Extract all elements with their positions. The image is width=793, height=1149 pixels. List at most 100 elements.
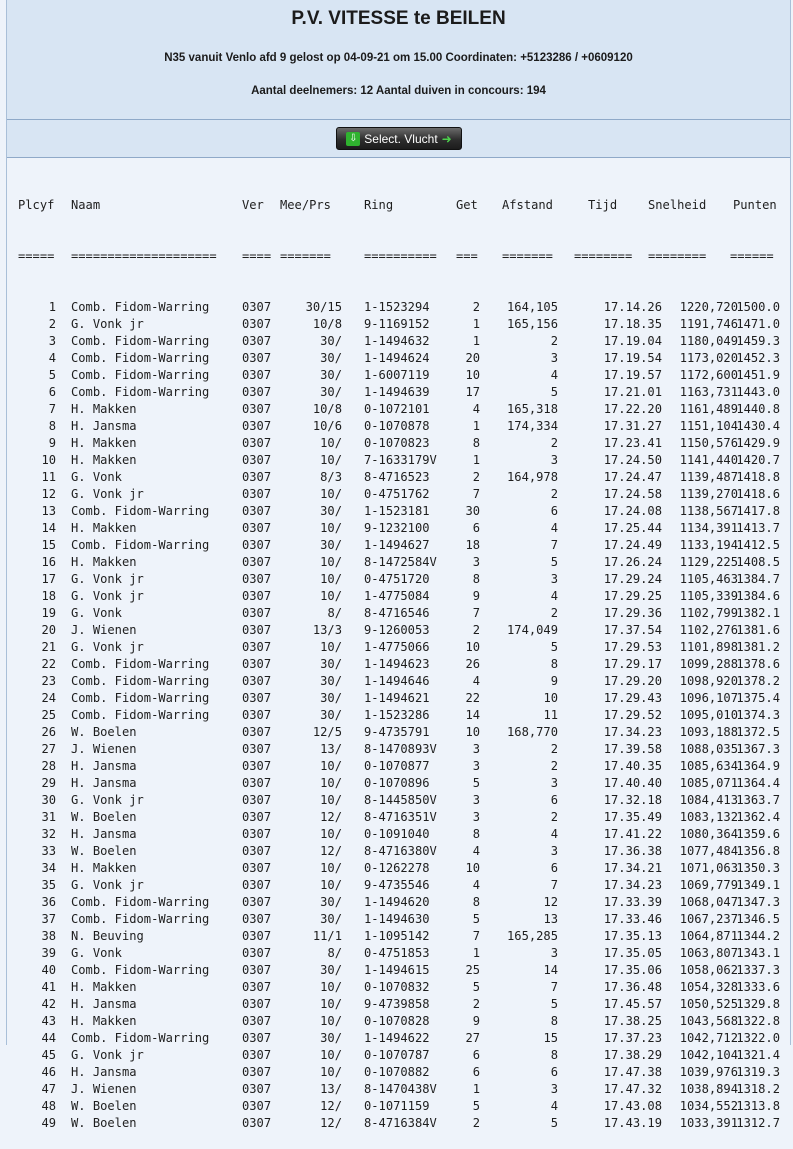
cell-naam: H. Makken	[71, 521, 137, 535]
cell-plcyf: 28	[41, 759, 56, 773]
cell-mee-prs: 30/	[320, 691, 342, 705]
cell-get: 22	[465, 691, 480, 705]
cell-get: 2	[472, 997, 480, 1011]
cell-mee-prs: 30/	[320, 674, 342, 688]
cell-get: 6	[472, 521, 480, 535]
cell-snelheid: 1141,440	[679, 453, 738, 467]
page-title: P.V. VITESSE te BEILEN	[291, 8, 506, 29]
cell-mee-prs: 12/	[320, 844, 342, 858]
table-row: 39 G. Vonk 0307 8/0-4751853 1 3 17.35.05 1063,8…	[18, 945, 780, 962]
cell-plcyf: 38	[41, 929, 56, 943]
cell-naam: H. Makken	[71, 555, 137, 569]
cell-naam: H. Makken	[71, 436, 137, 450]
cell-ring: 1-1494632	[364, 334, 430, 348]
cell-naam: G. Vonk jr	[71, 878, 144, 892]
cell-plcyf: 10	[41, 453, 56, 467]
cell-ver: 0307	[242, 572, 272, 586]
cell-punten: 1343.1	[736, 946, 780, 960]
cell-mee-prs: 10/	[320, 1048, 342, 1062]
cell-ring: 8-4716351V	[364, 810, 437, 824]
cell-snelheid: 1101,898	[679, 640, 738, 654]
cell-plcyf: 42	[41, 997, 56, 1011]
cell-snelheid: 1054,328	[679, 980, 738, 994]
cell-punten: 1378.6	[736, 657, 780, 671]
cell-mee-prs: 8/	[327, 946, 342, 960]
cell-naam: G. Vonk	[71, 606, 122, 620]
cell-snelheid: 1067,237	[679, 912, 738, 926]
col-header-snelheid: Snelheid	[648, 198, 707, 212]
cell-mee-prs: 10/	[320, 640, 342, 654]
cell-afstand: 2	[550, 606, 558, 620]
table-row: 40 Comb. Fidom-Warring 0307 30/1-1494615 25 1…	[18, 962, 780, 979]
cell-snelheid: 1038,894	[679, 1082, 738, 1096]
cell-snelheid: 1133,194	[679, 538, 738, 552]
table-row: 4 Comb. Fidom-Warring 0307 30/1-1494624 20 3 1…	[18, 350, 780, 367]
cell-plcyf: 31	[41, 810, 56, 824]
cell-mee-prs: 10/	[320, 1065, 342, 1079]
cell-ver: 0307	[242, 878, 272, 892]
cell-ver: 0307	[242, 1048, 272, 1062]
col-header-mee-prs: Mee/Prs	[280, 198, 331, 212]
cell-afstand: 2	[550, 759, 558, 773]
cell-afstand: 7	[550, 980, 558, 994]
cell-naam: H. Jansma	[71, 1065, 137, 1079]
cell-punten: 1346.5	[736, 912, 780, 926]
cell-get: 4	[472, 674, 480, 688]
cell-mee-prs: 11/1	[312, 929, 342, 943]
cell-ver: 0307	[242, 606, 272, 620]
select-flight-button[interactable]: ⇩ Select. Vlucht ➜	[336, 127, 462, 150]
cell-ring: 8-1470438V	[364, 1082, 437, 1096]
cell-ring: 0-1070832	[364, 980, 430, 994]
cell-ver: 0307	[242, 453, 272, 467]
cell-get: 1	[472, 317, 480, 331]
cell-get: 2	[472, 470, 480, 484]
cell-plcyf: 16	[41, 555, 56, 569]
table-row: 15 Comb. Fidom-Warring 0307 30/1-1494627 18 7…	[18, 537, 780, 554]
table-row: 28 H. Jansma 0307 10/0-1070877 3 2 17.40.35 108…	[18, 758, 780, 775]
cell-snelheid: 1034,552	[679, 1099, 738, 1113]
cell-ver: 0307	[242, 946, 272, 960]
cell-ring: 1-1494615	[364, 963, 430, 977]
cell-get: 1	[472, 419, 480, 433]
cell-snelheid: 1105,463	[679, 572, 738, 586]
cell-naam: H. Makken	[71, 980, 137, 994]
cell-plcyf: 40	[41, 963, 56, 977]
cell-get: 25	[465, 963, 480, 977]
cell-ring: 0-1070896	[364, 776, 430, 790]
cell-snelheid: 1139,270	[679, 487, 738, 501]
cell-afstand: 165,318	[507, 402, 558, 416]
cell-plcyf: 39	[41, 946, 56, 960]
cell-naam: Comb. Fidom-Warring	[71, 691, 210, 705]
table-row: 10 H. Makken 0307 10/7-1633179V 1 3 17.24.50 11…	[18, 452, 780, 469]
cell-afstand: 8	[550, 1014, 558, 1028]
cell-afstand: 4	[550, 521, 558, 535]
table-body: 1 Comb. Fidom-Warring 0307 30/15 1-1523294 2 1…	[18, 299, 780, 1132]
cell-naam: J. Wienen	[71, 742, 137, 756]
cell-ver: 0307	[242, 1014, 272, 1028]
cell-ver: 0307	[242, 300, 272, 314]
cell-afstand: 3	[550, 776, 558, 790]
cell-plcyf: 26	[41, 725, 56, 739]
cell-ring: 9-1232100	[364, 521, 430, 535]
cell-afstand: 5	[550, 385, 558, 399]
cell-get: 27	[465, 1031, 480, 1045]
table-row: 21 G. Vonk jr 0307 10/1-4775066 10 5 17.29.53 1…	[18, 639, 780, 656]
cell-plcyf: 36	[41, 895, 56, 909]
table-row: 48 W. Boelen 0307 12/0-1071159 5 4 17.43.08 103…	[18, 1098, 780, 1115]
table-row: 34 H. Makken 0307 10/0-1262278 10 6 17.34.21 10…	[18, 860, 780, 877]
cell-punten: 1452.3	[736, 351, 780, 365]
cell-plcyf: 46	[41, 1065, 56, 1079]
cell-afstand: 14	[543, 963, 558, 977]
cell-naam: Comb. Fidom-Warring	[71, 708, 210, 722]
cell-mee-prs: 10/	[320, 487, 342, 501]
cell-ver: 0307	[242, 402, 272, 416]
cell-mee-prs: 12/	[320, 1099, 342, 1113]
cell-plcyf: 27	[41, 742, 56, 756]
arrow-right-icon: ➜	[441, 131, 452, 146]
cell-ver: 0307	[242, 827, 272, 841]
cell-afstand: 7	[550, 878, 558, 892]
cell-punten: 1337.3	[736, 963, 780, 977]
cell-ver: 0307	[242, 963, 272, 977]
cell-mee-prs: 8/3	[320, 470, 342, 484]
cell-get: 1	[472, 453, 480, 467]
